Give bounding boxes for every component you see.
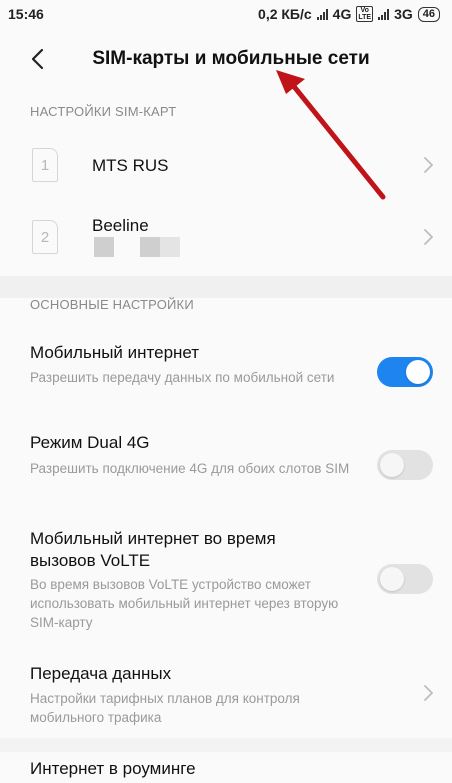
dual-4g-toggle[interactable] xyxy=(377,450,433,480)
volte-icon: Vo LTE xyxy=(356,6,374,22)
masked-phone-number xyxy=(160,237,180,257)
sim-slot-number: 1 xyxy=(40,156,50,174)
sim-name: MTS RUS xyxy=(92,156,169,175)
setting-title: Мобильный интернет xyxy=(30,343,200,362)
sim-icon: 2 xyxy=(32,220,58,254)
setting-title: Мобильный интернет во время вызовов VoLT… xyxy=(30,529,276,570)
setting-title: Передача данных xyxy=(30,664,172,683)
masked-phone-number xyxy=(94,237,114,257)
setting-roaming[interactable]: Интернет в роуминге xyxy=(0,752,452,783)
page-title: SIM-карты и мобильные сети xyxy=(92,48,370,69)
main-section-label: ОСНОВНЫЕ НАСТРОЙКИ xyxy=(30,297,194,312)
chevron-right-icon xyxy=(424,229,434,245)
section-divider xyxy=(0,738,452,752)
status-indicators: 0,2 КБ/с 4G Vo LTE 3G 46 xyxy=(258,6,440,22)
setting-description: Разрешить передачу данных по мобильной с… xyxy=(30,370,335,385)
signal-icon xyxy=(316,8,328,20)
toggle-knob xyxy=(406,360,430,384)
toggle-knob xyxy=(380,453,404,477)
setting-description: Настройки тарифных планов для контроля м… xyxy=(30,691,300,725)
status-time: 15:46 xyxy=(8,6,44,22)
chevron-right-icon xyxy=(424,157,434,173)
sim-icon: 1 xyxy=(32,148,58,182)
setting-dual-4g[interactable]: Режим Dual 4G Разрешить подключение 4G д… xyxy=(0,426,452,506)
network-speed: 0,2 КБ/с xyxy=(258,6,312,22)
status-bar: 15:46 0,2 КБ/с 4G Vo LTE 3G 46 xyxy=(0,0,452,28)
network-type-1: 4G xyxy=(332,6,352,22)
battery-icon: 46 xyxy=(417,6,440,22)
mobile-internet-toggle[interactable] xyxy=(377,357,433,387)
signal-icon-2 xyxy=(378,8,390,20)
network-type-2: 3G xyxy=(394,6,413,22)
setting-description: Разрешить подключение 4G для обоих слото… xyxy=(30,461,350,476)
volte-bottom: LTE xyxy=(358,14,372,21)
masked-phone-number xyxy=(140,237,160,257)
setting-mobile-internet[interactable]: Мобильный интернет Разрешить передачу да… xyxy=(0,332,452,412)
setting-title: Режим Dual 4G xyxy=(30,433,150,452)
chevron-right-icon xyxy=(424,685,434,701)
section-divider xyxy=(0,276,452,298)
volte-data-toggle[interactable] xyxy=(377,564,433,594)
sim-card-2[interactable]: 2 Beeline xyxy=(0,196,452,280)
sim-name: Beeline xyxy=(92,216,149,235)
setting-description: Во время вызовов VoLTE устройство сможет… xyxy=(30,577,339,630)
setting-title: Интернет в роуминге xyxy=(30,759,196,778)
setting-data-usage[interactable]: Передача данных Настройки тарифных плано… xyxy=(0,660,452,736)
volte-top: Vo xyxy=(360,7,369,14)
setting-volte-data[interactable]: Мобильный интернет во время вызовов VoLT… xyxy=(0,524,452,644)
toggle-knob xyxy=(380,567,404,591)
sim-slot-number: 2 xyxy=(40,228,50,246)
sim-section-label: НАСТРОЙКИ SIM-КАРТ xyxy=(30,104,177,119)
header: SIM-карты и мобильные сети xyxy=(0,28,452,90)
